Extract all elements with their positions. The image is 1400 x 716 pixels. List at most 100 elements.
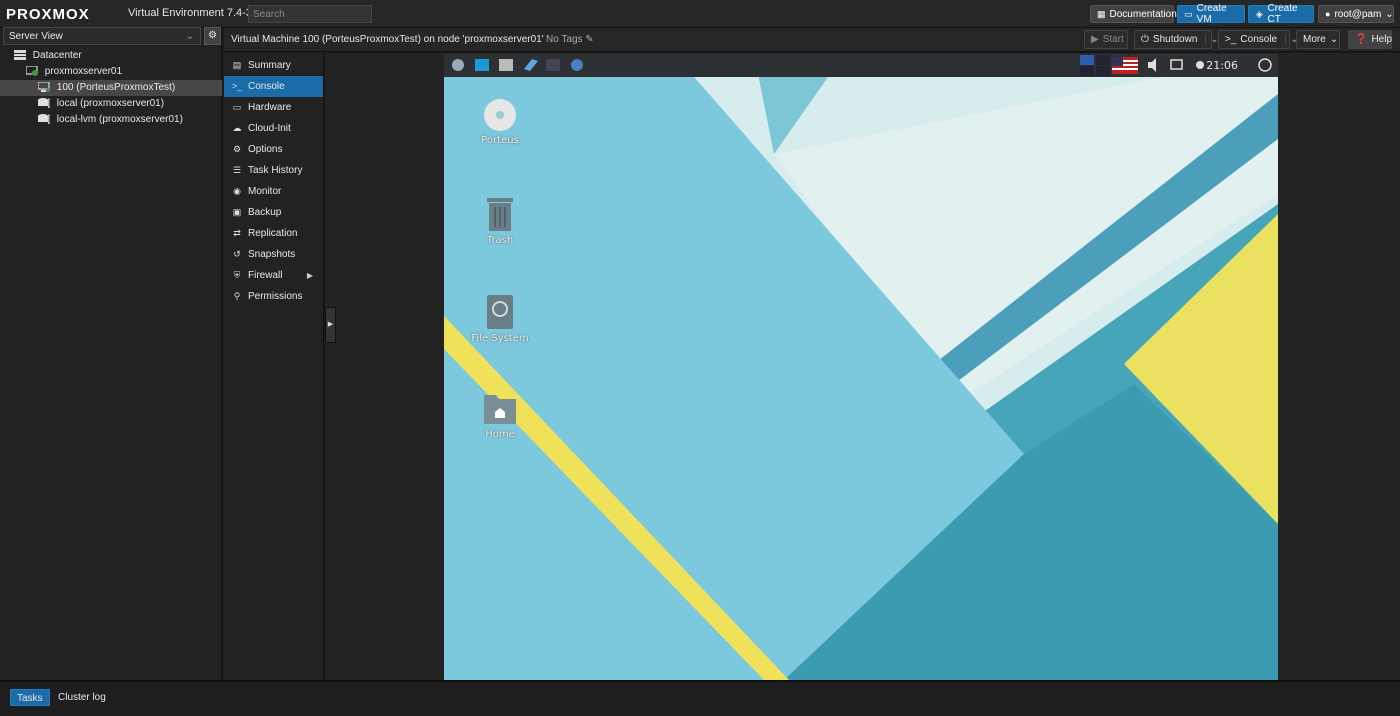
nav-item-cloud-init[interactable]: ☁ Cloud-Init (224, 118, 323, 139)
create-ct-label: Create CT (1267, 3, 1298, 25)
chevron-down-icon: ⌄ (1385, 8, 1394, 20)
nav-item-label: Firewall (248, 270, 283, 281)
desktop-icon-label: Home (485, 429, 515, 440)
history-icon: ↺ (233, 249, 241, 259)
shutdown-label: Shutdown (1152, 34, 1198, 45)
documentation-label: Documentation (1109, 8, 1177, 20)
nav-item-label: Replication (248, 228, 298, 239)
tree-node-storage-local[interactable]: local (proxmoxserver01) (0, 96, 222, 112)
desktop-icon-label: Trash (486, 235, 514, 246)
storage-icon (38, 98, 50, 109)
vm-nav-menu: ▤ Summary >_ Console ▭ Hardware ☁ Cloud-Init… (224, 53, 324, 680)
nav-item-label: Backup (248, 207, 282, 218)
desktop-icon: ▭ (1184, 9, 1193, 19)
help-button[interactable]: ❓ Help (1348, 30, 1392, 49)
nav-item-label: Task History (248, 165, 303, 176)
tab-cluster-log[interactable]: Cluster log (52, 689, 112, 706)
tree-node-label: Datacenter (32, 50, 82, 61)
chevron-down-icon[interactable]: ⌄ (1205, 34, 1219, 45)
nav-item-label: Options (248, 144, 283, 155)
terminal-icon: >_ (232, 81, 243, 91)
documentation-button[interactable]: ▦ Documentation (1090, 5, 1177, 23)
desktop-icon-file-system[interactable]: File System (460, 294, 540, 344)
nav-item-monitor[interactable]: ◉ Monitor (224, 181, 323, 202)
user-menu-button[interactable]: ● root@pam ⌄ (1318, 5, 1394, 23)
pencil-icon: ✎ (585, 34, 594, 45)
console-label: Console (1240, 34, 1278, 45)
console-button[interactable]: >_ Console ⌄ (1218, 30, 1299, 49)
search-input[interactable] (248, 5, 372, 23)
storage-icon (38, 114, 50, 125)
tab-tasks-label: Tasks (17, 693, 43, 704)
datacenter-icon (14, 50, 26, 61)
nav-item-label: Monitor (248, 186, 282, 197)
user-label: root@pam (1334, 8, 1382, 20)
collapse-handle[interactable]: ▶ (325, 307, 336, 343)
vm-header: Virtual Machine 100 (PorteusProxmoxTest)… (224, 28, 1400, 52)
desktop-icon-trash[interactable]: Trash (460, 196, 540, 246)
tree-node-datacenter[interactable]: Datacenter (0, 48, 222, 64)
nav-item-label: Hardware (248, 102, 292, 113)
tree-node-vm[interactable]: 100 (PorteusProxmoxTest) (0, 80, 222, 96)
logo-text: PROXMOX (6, 5, 90, 23)
chevron-down-icon: ⌄ (1329, 34, 1339, 45)
product-version: Virtual Environment 7.4-3 (128, 7, 252, 19)
view-selector[interactable]: Server View ⌄ (3, 27, 201, 45)
book-icon: ▦ (1097, 9, 1106, 19)
home-folder-icon (484, 395, 516, 424)
nav-item-task-history[interactable]: ☰ Task History (224, 160, 323, 181)
tree-node-label: proxmoxserver01 (44, 66, 123, 77)
taskbar-icons (452, 55, 1272, 76)
chevron-down-icon: ⌄ (185, 31, 194, 42)
monitor-icon: ▭ (232, 102, 242, 112)
tree-node-label: local (proxmoxserver01) (56, 98, 165, 109)
tree-settings-button[interactable]: ⚙ (204, 27, 221, 45)
summary-icon: ▤ (232, 60, 242, 70)
help-label: Help (1371, 34, 1393, 45)
nav-item-label: Cloud-Init (248, 123, 291, 134)
vm-running-icon (38, 82, 50, 93)
nav-item-backup[interactable]: ▣ Backup (224, 202, 323, 223)
cloud-icon: ☁ (232, 123, 242, 133)
more-button[interactable]: More ⌄ (1296, 30, 1340, 49)
create-vm-label: Create VM (1196, 3, 1227, 25)
nav-item-summary[interactable]: ▤ Summary (224, 55, 323, 76)
proxmox-logo: PROXMOX (6, 4, 90, 24)
nav-item-options[interactable]: ⚙ Options (224, 139, 323, 160)
more-label: More (1303, 34, 1326, 45)
desktop-icon-home[interactable]: Home (460, 392, 540, 440)
server-icon (26, 66, 38, 77)
nav-item-replication[interactable]: ⇄ Replication (224, 223, 323, 244)
nav-item-firewall[interactable]: ⛨ Firewall ▶ (224, 265, 323, 286)
create-vm-button[interactable]: ▭ Create VM (1177, 3, 1245, 25)
nav-item-permissions[interactable]: ⚲ Permissions (224, 286, 323, 307)
gear-icon: ⚙ (232, 144, 242, 154)
chevron-right-icon: ▶ (327, 321, 334, 328)
tags-editor[interactable]: No Tags ✎ (546, 34, 594, 45)
desktop-icon-porteus[interactable]: Porteus (460, 98, 540, 146)
cube-icon: ◈ (1255, 9, 1263, 19)
create-ct-button[interactable]: ◈ Create CT (1248, 3, 1314, 25)
floppy-icon: ▣ (232, 207, 242, 217)
tree-node-storage-local-lvm[interactable]: local-lvm (proxmoxserver01) (0, 112, 222, 128)
tab-cluster-log-label: Cluster log (58, 692, 106, 703)
nav-item-console[interactable]: >_ Console (224, 76, 323, 97)
shield-icon: ⛨ (233, 270, 241, 280)
tree-node-server[interactable]: proxmoxserver01 (0, 64, 222, 80)
desktop-icon-label: File System (471, 333, 529, 344)
resource-tree-panel: Server View ⌄ ⚙ Datacenter proxmoxserver… (0, 27, 222, 680)
shutdown-button[interactable]: ⏻ Shutdown ⌄ (1134, 30, 1219, 49)
nav-item-label: Summary (248, 60, 291, 71)
retweet-icon: ⇄ (233, 228, 241, 238)
bottom-panel: Tasks Cluster log (0, 680, 1400, 716)
tags-label: No Tags (546, 34, 583, 45)
vm-screen[interactable]: 21:06 Porteus Trash File System Home (444, 54, 1278, 680)
start-button[interactable]: ▶ Start (1084, 30, 1128, 49)
nav-item-snapshots[interactable]: ↺ Snapshots (224, 244, 323, 265)
tab-tasks[interactable]: Tasks (10, 689, 50, 706)
play-icon: ▶ (1091, 34, 1099, 45)
nav-item-hardware[interactable]: ▭ Hardware (224, 97, 323, 118)
list-icon: ☰ (232, 165, 242, 175)
tree-node-label: local-lvm (proxmoxserver01) (56, 114, 183, 125)
vm-title: Virtual Machine 100 (PorteusProxmoxTest)… (231, 34, 544, 45)
